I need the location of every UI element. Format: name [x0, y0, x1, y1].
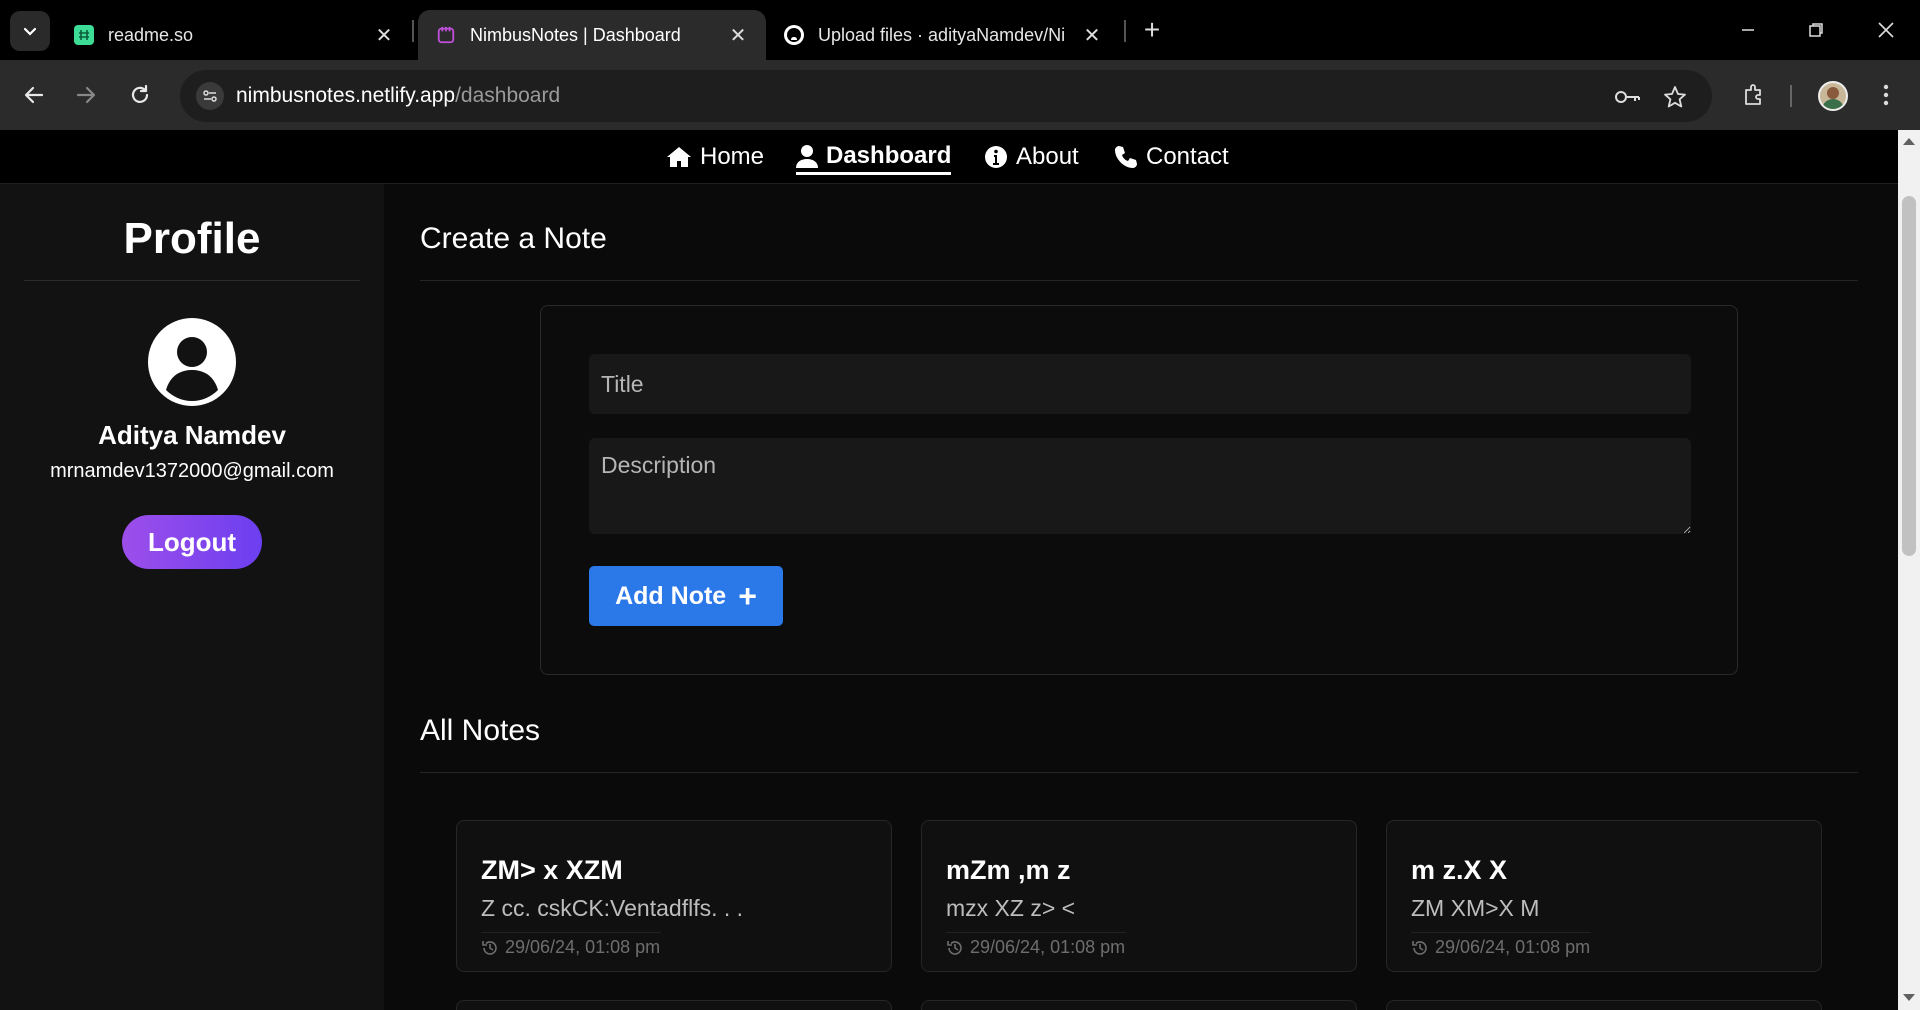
browser-tab-bar: readme.so ✕ NimbusNotes | Dashboard ✕ Up… — [0, 0, 1920, 60]
github-favicon-icon — [784, 25, 804, 45]
user-email: mrnamdev1372000@gmail.com — [50, 460, 334, 482]
nav-link-contact[interactable]: Contact — [1114, 139, 1229, 175]
history-clock-icon — [1412, 940, 1427, 955]
url-path: /dashboard — [455, 84, 561, 107]
note-card[interactable]: m z.X X ZM XM>X M 29/06/24, 01:08 pm — [1386, 820, 1822, 972]
create-note-heading: Create a Note — [420, 222, 607, 255]
home-icon — [667, 147, 691, 167]
scroll-up-arrow-icon[interactable] — [1903, 138, 1915, 145]
note-description: Z cc. cskCK:Ventadflfs. . . — [481, 895, 744, 921]
close-icon[interactable]: ✕ — [1082, 23, 1102, 48]
phone-icon — [1115, 146, 1137, 168]
close-icon[interactable]: ✕ — [374, 23, 394, 48]
info-circle-icon — [985, 146, 1007, 168]
user-icon — [796, 144, 818, 168]
history-clock-icon — [947, 940, 962, 955]
nav-link-dashboard[interactable]: Dashboard — [796, 139, 952, 175]
scroll-down-arrow-icon[interactable] — [1903, 994, 1915, 1001]
nav-link-label: Dashboard — [826, 141, 952, 169]
note-description: mzx XZ z> < — [946, 895, 1076, 921]
nav-link-home[interactable]: Home — [666, 139, 764, 175]
page-content: Home Dashboard About Contact Profile Adi… — [0, 130, 1898, 1010]
address-bar[interactable]: nimbusnotes.netlify.app/dashboard — [180, 70, 1712, 122]
bookmark-star-icon[interactable] — [1660, 82, 1690, 112]
note-card[interactable] — [1386, 1000, 1822, 1010]
plus-icon: + — [738, 578, 757, 614]
close-window-icon[interactable] — [1866, 12, 1906, 48]
note-timestamp: 29/06/24, 01:08 pm — [1411, 937, 1590, 958]
url-text: nimbusnotes.netlify.app/dashboard — [236, 84, 560, 108]
restore-window-icon[interactable] — [1796, 12, 1836, 48]
user-name: Aditya Namdev — [98, 420, 286, 450]
note-date-text: 29/06/24, 01:08 pm — [970, 937, 1126, 957]
minimize-window-icon[interactable] — [1728, 12, 1768, 48]
key-icon[interactable] — [1613, 82, 1643, 112]
site-navbar: Home Dashboard About Contact — [0, 130, 1898, 184]
note-description: ZM XM>X M — [1411, 895, 1540, 921]
url-domain: nimbusnotes.netlify.app — [236, 84, 456, 107]
divider — [420, 280, 1858, 281]
profile-heading: Profile — [123, 214, 261, 263]
note-card[interactable]: ZM> x XZM Z cc. cskCK:Ventadflfs. . . 29… — [456, 820, 892, 972]
tab-title: readme.so — [108, 24, 194, 45]
readme-favicon-icon — [74, 25, 94, 45]
browser-toolbar: nimbusnotes.netlify.app/dashboard — [0, 60, 1920, 130]
note-title: ZM> x XZM — [481, 855, 623, 885]
nimbus-favicon-icon — [436, 25, 456, 45]
tab-title: Upload files · adityaNamdev/Ni — [818, 24, 1066, 45]
divider — [946, 932, 1126, 933]
add-note-label: Add Note — [615, 581, 727, 610]
note-card[interactable]: mZm ,m z mzx XZ z> < 29/06/24, 01:08 pm — [921, 820, 1357, 972]
browser-tab-github[interactable]: Upload files · adityaNamdev/Ni ✕ — [766, 10, 1120, 60]
all-notes-heading: All Notes — [420, 714, 541, 747]
browser-menu-kebab-icon[interactable] — [1868, 77, 1904, 113]
note-card[interactable] — [456, 1000, 892, 1010]
new-tab-button[interactable]: + — [1136, 14, 1168, 46]
extensions-puzzle-icon[interactable] — [1736, 77, 1772, 113]
note-title: m z.X X — [1411, 855, 1508, 885]
scrollbar-thumb[interactable] — [1902, 196, 1916, 556]
nav-link-label: About — [1016, 143, 1079, 170]
tab-divider — [412, 20, 414, 42]
note-timestamp: 29/06/24, 01:08 pm — [481, 937, 660, 958]
site-settings-icon[interactable] — [196, 82, 224, 110]
tab-divider — [1124, 20, 1126, 42]
note-title-input[interactable] — [589, 354, 1691, 414]
chevron-down-icon — [23, 27, 37, 36]
divider — [24, 280, 360, 281]
back-arrow-icon[interactable] — [16, 77, 52, 113]
tab-title: NimbusNotes | Dashboard — [470, 24, 681, 45]
tab-search-button[interactable] — [10, 11, 50, 51]
add-note-button[interactable]: Add Note + — [589, 566, 783, 626]
forward-arrow-icon[interactable] — [68, 77, 104, 113]
create-note-form: Add Note + — [540, 305, 1738, 675]
page-scrollbar[interactable] — [1898, 130, 1920, 1010]
browser-tab-readme[interactable]: readme.so ✕ — [56, 10, 412, 60]
toolbar-divider — [1790, 85, 1792, 107]
browser-profile-avatar[interactable] — [1818, 81, 1848, 111]
logout-button[interactable]: Logout — [122, 515, 262, 569]
note-card[interactable] — [921, 1000, 1357, 1010]
note-date-text: 29/06/24, 01:08 pm — [1435, 937, 1591, 957]
browser-tab-nimbusnotes[interactable]: NimbusNotes | Dashboard ✕ — [418, 10, 766, 60]
note-date-text: 29/06/24, 01:08 pm — [505, 937, 661, 957]
nav-link-label: Contact — [1146, 143, 1229, 170]
history-clock-icon — [482, 940, 497, 955]
note-description-textarea[interactable] — [589, 438, 1691, 534]
nav-link-label: Home — [700, 143, 765, 170]
close-icon[interactable]: ✕ — [728, 23, 748, 48]
divider — [420, 772, 1858, 773]
user-avatar-icon — [148, 318, 236, 406]
note-title: mZm ,m z — [946, 855, 1071, 885]
note-timestamp: 29/06/24, 01:08 pm — [946, 937, 1125, 958]
nav-link-about[interactable]: About — [984, 139, 1079, 175]
reload-icon[interactable] — [122, 77, 158, 113]
divider — [481, 932, 661, 933]
profile-sidebar: Profile Aditya Namdev mrnamdev1372000@gm… — [0, 184, 384, 1010]
divider — [1411, 932, 1591, 933]
